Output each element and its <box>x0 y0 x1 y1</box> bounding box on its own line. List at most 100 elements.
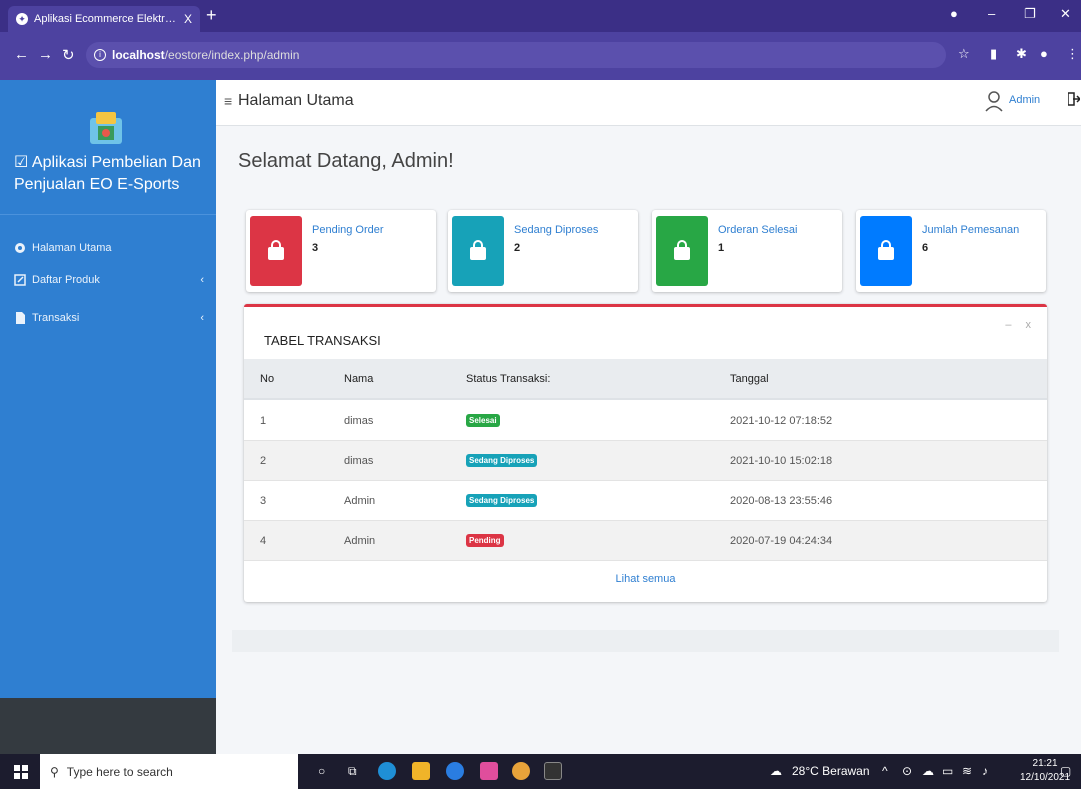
table-header: No Nama Status Transaksi: Tanggal <box>244 359 1047 400</box>
back-icon[interactable]: ← <box>14 46 29 63</box>
sidebar: ☑ Aplikasi Pembelian Dan Penjualan EO E-… <box>0 80 216 698</box>
user-name-link[interactable]: Admin <box>1009 94 1040 106</box>
status-badge: Selesai <box>466 414 500 427</box>
tray-app-icon[interactable]: ⊙ <box>902 764 912 778</box>
bookmark-star-icon[interactable]: ☆ <box>958 46 970 62</box>
card-icon-box <box>452 216 504 286</box>
card-title: Sedang Diproses <box>514 224 599 236</box>
cortana-icon[interactable]: ○ <box>318 764 325 778</box>
shopping-bag-icon <box>268 240 284 260</box>
panel-title: TABEL TRANSAKSI <box>264 333 381 348</box>
brand-text: Aplikasi Pembelian Dan Penjualan EO E-Sp… <box>14 154 201 193</box>
close-window-icon[interactable]: ✕ <box>1060 6 1071 22</box>
cell-no: 2 <box>260 455 267 467</box>
logout-icon[interactable] <box>1068 92 1080 106</box>
app-icon[interactable] <box>446 762 464 780</box>
cell-nama: Admin <box>344 535 376 547</box>
weather-text[interactable]: 28°C Berawan <box>792 764 870 778</box>
collapse-icon[interactable]: – <box>1005 319 1011 331</box>
cell-no: 1 <box>260 415 267 427</box>
column-header-no: No <box>260 373 275 385</box>
content-footer-band <box>232 630 1059 652</box>
edge-browser-icon[interactable] <box>378 762 396 780</box>
task-view-icon[interactable]: ⧉ <box>348 764 357 779</box>
xampp-icon[interactable] <box>480 762 498 780</box>
table-row: 1 dimas Selesai 2021-10-12 07:18:52 <box>244 401 1047 441</box>
profile-indicator-icon[interactable]: ● <box>950 6 958 21</box>
page-title: Halaman Utama <box>238 92 354 109</box>
shopping-bag-icon <box>674 240 690 260</box>
weather-icon: ☁ <box>770 764 782 778</box>
hamburger-menu-icon[interactable]: ≡ <box>224 93 232 109</box>
tab-close-button[interactable]: X <box>184 12 192 26</box>
shopping-bag-icon <box>878 240 894 260</box>
minimize-window-icon[interactable]: – <box>988 6 995 21</box>
url-host: localhost <box>112 48 165 62</box>
sidebar-item-transaksi[interactable]: Transaksi ‹ <box>14 308 204 328</box>
content-header: ≡ Halaman Utama Admin <box>216 80 1081 126</box>
table-row: 4 Admin Pending 2020-07-19 04:24:34 <box>244 521 1047 561</box>
profile-avatar-icon[interactable]: ● <box>1040 46 1048 61</box>
shopping-bag-icon <box>470 240 486 260</box>
new-tab-button[interactable]: + <box>206 6 217 24</box>
network-icon[interactable]: ▭ <box>942 764 953 778</box>
card-value: 1 <box>718 242 725 254</box>
taskbar-search-input[interactable]: ⚲ Type here to search <box>40 754 298 789</box>
status-badge: Sedang Diproses <box>466 454 538 467</box>
cell-tanggal: 2021-10-12 07:18:52 <box>730 415 833 427</box>
browser-tab[interactable]: ✦ Aplikasi Ecommerce Elektronik R X <box>8 6 200 32</box>
user-icon[interactable] <box>985 90 1003 112</box>
chevron-up-icon[interactable]: ^ <box>882 764 888 778</box>
sidebar-item-label: Transaksi <box>32 312 80 324</box>
see-all-link[interactable]: Lihat semua <box>244 561 1047 601</box>
status-badge: Pending <box>466 534 504 547</box>
column-header-nama: Nama <box>344 373 374 385</box>
edit-icon <box>14 274 26 286</box>
dashboard-icon <box>15 243 25 253</box>
chevron-left-icon: ‹ <box>200 312 204 324</box>
file-explorer-icon[interactable] <box>412 762 430 780</box>
card-icon-box <box>656 216 708 286</box>
welcome-heading: Selamat Datang, Admin! <box>238 150 454 172</box>
info-card-orderan-selesai: Orderan Selesai 1 <box>652 210 842 292</box>
tab-title: Aplikasi Ecommerce Elektronik R <box>34 13 178 25</box>
cell-nama: dimas <box>344 415 374 427</box>
extension-icon[interactable]: ▮ <box>990 46 997 62</box>
transaction-table-panel: TABEL TRANSAKSI – x No Nama Status Trans… <box>244 304 1047 602</box>
chrome-icon[interactable] <box>512 762 530 780</box>
table-row: 2 dimas Sedang Diproses 2021-10-10 15:02… <box>244 441 1047 481</box>
column-header-status: Status Transaksi: <box>466 373 551 385</box>
notification-icon[interactable]: ▢ <box>1060 764 1071 778</box>
close-icon[interactable]: x <box>1026 319 1032 331</box>
sidebar-item-halaman-utama[interactable]: Halaman Utama <box>14 238 204 258</box>
cell-tanggal: 2021-10-10 15:02:18 <box>730 455 833 467</box>
card-icon-box <box>860 216 912 286</box>
wifi-icon[interactable]: ≋ <box>962 764 972 778</box>
browser-tab-bar: ✦ Aplikasi Ecommerce Elektronik R X + ● … <box>0 0 1081 32</box>
brand-title[interactable]: ☑ Aplikasi Pembelian Dan Penjualan EO E-… <box>14 152 210 196</box>
onedrive-icon[interactable]: ☁ <box>922 764 934 778</box>
reload-icon[interactable]: ↻ <box>62 46 75 64</box>
restore-window-icon[interactable]: ❐ <box>1024 6 1036 22</box>
app-logo-icon <box>90 112 122 144</box>
edit-icon: ☑ <box>14 154 29 171</box>
sidebar-footer <box>0 698 216 754</box>
card-value: 2 <box>514 242 521 254</box>
cell-no: 3 <box>260 495 267 507</box>
chevron-left-icon: ‹ <box>200 274 204 286</box>
site-info-icon[interactable]: i <box>94 49 106 61</box>
card-title: Pending Order <box>312 224 384 236</box>
url-field[interactable]: i localhost/eostore/index.php/admin <box>86 42 946 68</box>
sidebar-divider <box>0 214 216 215</box>
column-header-tanggal: Tanggal <box>730 373 769 385</box>
sidebar-item-daftar-produk[interactable]: Daftar Produk ‹ <box>14 270 204 290</box>
terminal-icon[interactable] <box>544 762 562 780</box>
info-card-sedang-diproses: Sedang Diproses 2 <box>448 210 638 292</box>
cell-tanggal: 2020-08-13 23:55:46 <box>730 495 833 507</box>
volume-icon[interactable]: ♪ <box>982 764 988 778</box>
forward-icon[interactable]: → <box>38 46 53 63</box>
windows-start-icon[interactable] <box>14 765 28 779</box>
extensions-puzzle-icon[interactable]: ✱ <box>1016 46 1027 62</box>
browser-menu-icon[interactable]: ⋮ <box>1066 46 1079 62</box>
search-placeholder: Type here to search <box>66 764 173 779</box>
